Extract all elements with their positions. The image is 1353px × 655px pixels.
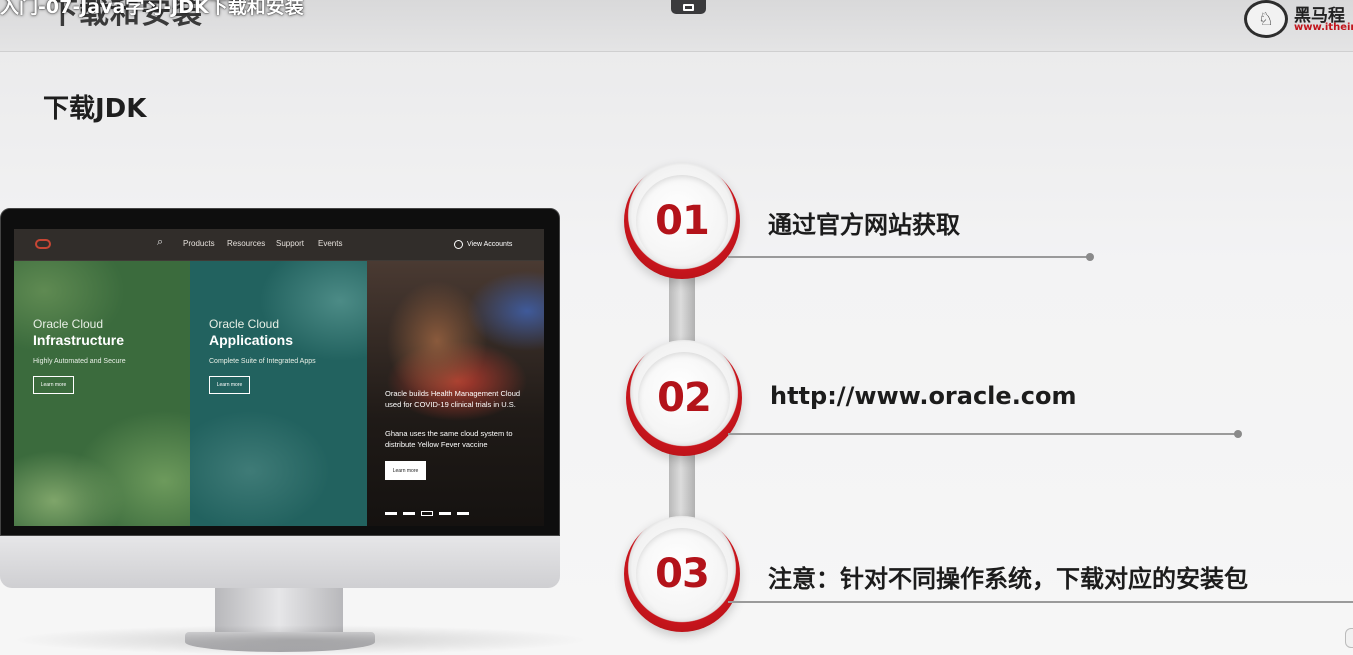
- step-2-text: http://www.oracle.com: [770, 382, 1077, 410]
- panel-description: Highly Automated and Secure: [33, 358, 126, 365]
- step-3-text: 注意：针对不同操作系统，下载对应的安装包: [768, 565, 1248, 593]
- panel-description: Complete Suite of Integrated Apps: [209, 358, 316, 365]
- oracle-logo-icon: [35, 239, 51, 249]
- section-heading: 下载JDK: [43, 94, 147, 124]
- monitor-bezel: ⌕ Products Resources Support Events View…: [0, 208, 560, 536]
- learn-more-button: Learn more: [209, 376, 250, 394]
- pip-icon: [683, 4, 694, 11]
- step-2-underline: [728, 433, 1238, 435]
- view-accounts-label: View Accounts: [467, 241, 513, 248]
- panel-subtitle: Oracle Cloud: [209, 317, 280, 331]
- carousel-dot: [457, 512, 469, 515]
- nav-link-events: Events: [318, 239, 343, 248]
- picture-in-picture-button[interactable]: [671, 0, 706, 14]
- nav-link-products: Products: [183, 239, 215, 248]
- carousel-dot: [439, 512, 451, 515]
- corner-control[interactable]: [1345, 628, 1353, 648]
- carousel-dot-active: [421, 511, 433, 516]
- oracle-nav-bar: ⌕ Products Resources Support Events View…: [14, 229, 544, 261]
- step-3-circle: 03: [624, 516, 740, 632]
- logo-url: www.itheim: [1294, 22, 1353, 33]
- panel-news: Oracle builds Health Management Cloud us…: [367, 261, 544, 526]
- step-1-text: 通过官方网站获取: [768, 211, 960, 239]
- carousel-dot: [403, 512, 415, 515]
- step-2-number: 02: [657, 375, 712, 421]
- panel-title: Applications: [209, 332, 294, 348]
- news-subline: Ghana uses the same cloud system to dist…: [385, 429, 513, 449]
- carousel-indicators: [385, 511, 469, 516]
- oracle-website-screenshot: ⌕ Products Resources Support Events View…: [14, 229, 544, 526]
- panel-infrastructure: Oracle Cloud Infrastructure Highly Autom…: [14, 261, 190, 526]
- panel-applications: Oracle Cloud Applications Complete Suite…: [190, 261, 367, 526]
- imac-monitor: ⌕ Products Resources Support Events View…: [0, 208, 560, 655]
- step-2-dot: [1234, 430, 1242, 438]
- step-3-underline: [728, 601, 1353, 603]
- step-1-circle: 01: [624, 163, 740, 279]
- step-2-circle: 02: [626, 340, 742, 456]
- learn-more-button: Learn more: [385, 461, 426, 480]
- video-title: 入门-07-Java学习-JDK下载和安装: [0, 0, 304, 18]
- step-2-badge: 02: [638, 352, 730, 444]
- step-1-dot: [1086, 253, 1094, 261]
- learn-more-button: Learn more: [33, 376, 74, 394]
- step-1-underline: [728, 256, 1090, 258]
- search-icon: ⌕: [157, 236, 164, 248]
- carousel-dot: [385, 512, 397, 515]
- nav-link-resources: Resources: [227, 239, 266, 248]
- horse-logo-icon: ♘: [1244, 0, 1288, 38]
- step-1-badge: 01: [636, 175, 728, 267]
- panel-title: Infrastructure: [33, 332, 125, 348]
- view-accounts-button: View Accounts: [454, 236, 520, 253]
- step-1-number: 01: [655, 198, 710, 244]
- panel-subtitle: Oracle Cloud: [33, 317, 104, 331]
- brand-logo: ♘ 黑马程 www.itheim: [1243, 0, 1353, 40]
- monitor-chin: [0, 536, 560, 588]
- monitor-shadow: [10, 625, 590, 655]
- nav-link-support: Support: [276, 239, 305, 248]
- user-icon: [454, 240, 463, 249]
- step-3-number: 03: [655, 551, 710, 597]
- news-headline: Oracle builds Health Management Cloud us…: [385, 389, 521, 409]
- step-3-badge: 03: [636, 528, 728, 620]
